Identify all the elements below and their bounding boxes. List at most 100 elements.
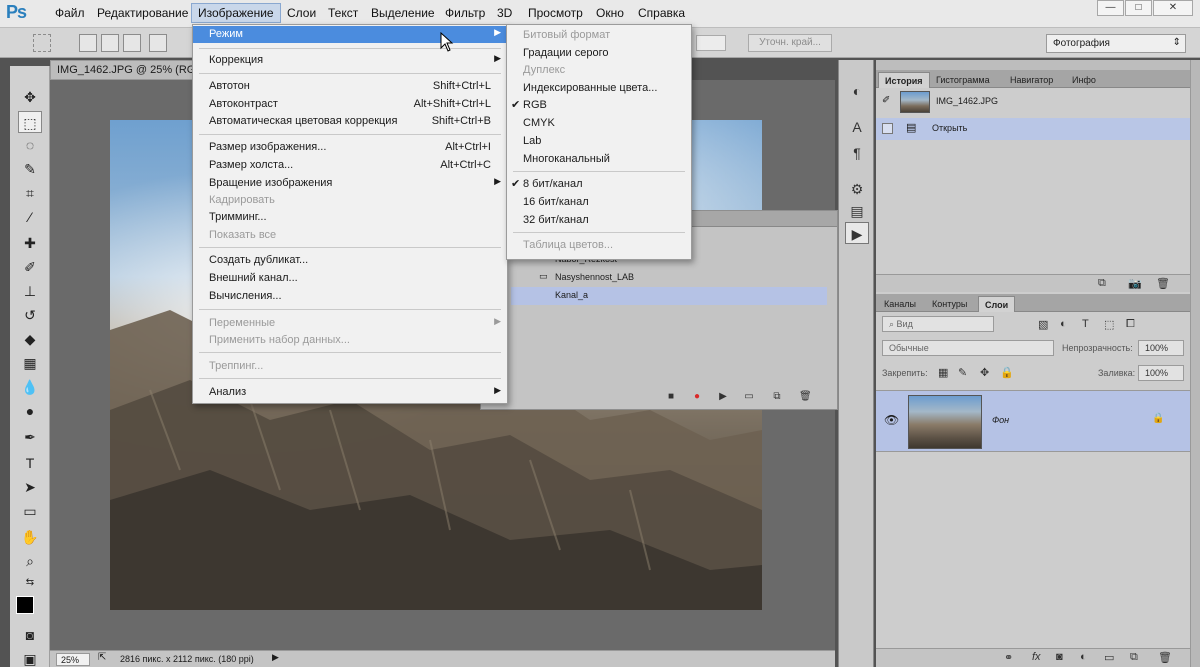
menu-image[interactable]: Изображение [191,3,281,23]
action-row-selected[interactable]: Kanal_a [511,287,827,305]
mode-rgb[interactable]: ✔ RGB [507,97,691,114]
history-snapshot[interactable]: ✐ IMG_1462.JPG [876,88,1194,116]
zoom-tool-icon[interactable]: ⌕ [18,550,42,572]
layer-row-background[interactable]: 👁 Фон 🔒 [876,390,1194,452]
lasso-tool-icon[interactable]: ◌ [18,134,42,156]
type-filter-icon[interactable]: T [1082,318,1089,330]
new-selection-icon[interactable] [79,34,97,52]
fx-icon[interactable]: fx [1032,651,1041,663]
checkbox-icon[interactable] [882,123,893,134]
pen-tool-icon[interactable]: ✒ [18,426,42,448]
history-step[interactable]: ▤ Открыть [876,118,1194,140]
brush-tool-icon[interactable]: ✐ [18,256,42,278]
actions-panel-icon[interactable]: ▶ [845,222,869,244]
record-icon[interactable]: ● [691,391,703,403]
menu-help[interactable]: Справка [638,6,685,20]
mode-32bit[interactable]: 32 бит/канал [507,212,691,229]
swap-colors-icon[interactable]: ⇆ [18,572,42,594]
quick-select-tool-icon[interactable]: ✎ [18,158,42,180]
pixel-filter-icon[interactable]: ▧ [1038,318,1048,331]
menu-item-image-rotation[interactable]: Вращение изображения ▶ [193,175,507,192]
path-select-tool-icon[interactable]: ➤ [18,476,42,498]
mask-icon[interactable]: ◙ [1056,651,1063,663]
menu-item-auto-tone[interactable]: Автотон Shift+Ctrl+L [193,78,507,95]
color-panel-icon[interactable]: ◐ [845,80,869,102]
trash-icon[interactable]: 🗑 [1158,651,1172,664]
hand-tool-icon[interactable]: ✋ [18,526,42,548]
tab-layers[interactable]: Слои [978,296,1016,312]
close-button[interactable]: ✕ [1153,0,1193,16]
link-icon[interactable]: ⚭ [1004,651,1013,664]
shape-filter-icon[interactable]: ⬚ [1104,318,1114,331]
foreground-color-swatch[interactable] [16,596,34,614]
eyedropper-tool-icon[interactable]: ⁄ [18,206,42,228]
move-tool-icon[interactable]: ✥ [18,86,42,108]
new-layer-icon[interactable]: ⧉ [1130,651,1138,664]
play-icon[interactable]: ▶ [717,391,729,403]
dodge-tool-icon[interactable]: ● [18,400,42,422]
mode-multichannel[interactable]: Многоканальный [507,151,691,168]
tab-info[interactable]: Инфо [1066,72,1102,88]
menu-select[interactable]: Выделение [371,6,435,20]
healing-brush-tool-icon[interactable]: ✚ [18,232,42,254]
tab-history[interactable]: История [878,72,930,88]
menu-item-adjustments[interactable]: Коррекция ▶ [193,52,507,69]
mode-8bit[interactable]: ✔ 8 бит/канал [507,176,691,193]
mode-16bit[interactable]: 16 бит/канал [507,194,691,211]
gradient-tool-icon[interactable]: ▦ [18,352,42,374]
adjustments-panel-icon[interactable]: ⚙ [845,178,869,200]
mode-grayscale[interactable]: Градации серого [507,45,691,62]
mode-indexed-color[interactable]: Индексированные цвета... [507,80,691,97]
add-selection-icon[interactable] [101,34,119,52]
menu-view[interactable]: Просмотр [528,6,583,20]
action-set-row[interactable]: ▭ Nasyshennost_LAB [511,269,827,287]
crop-tool-icon[interactable]: ⌗ [18,182,42,204]
document-tab[interactable]: IMG_1462.JPG @ 25% (RGB [50,60,195,80]
new-action-icon[interactable]: ⧉ [771,391,783,403]
quick-mask-icon[interactable]: ◙ [18,624,42,646]
lock-position-icon[interactable]: ✥ [980,366,989,379]
menu-item-analysis[interactable]: Анализ ▶ [193,384,507,401]
menu-item-duplicate[interactable]: Создать дубликат... [193,252,507,269]
blur-tool-icon[interactable]: 💧 [18,376,42,398]
character-panel-icon[interactable]: A [845,116,869,138]
trash-icon[interactable]: 🗑 [1156,277,1170,290]
rect-marquee-tool-icon[interactable]: ⬚ [18,111,42,133]
shape-tool-icon[interactable]: ▭ [18,500,42,522]
camera-icon[interactable]: 📷 [1128,277,1142,290]
eraser-tool-icon[interactable]: ◆ [18,328,42,350]
type-tool-icon[interactable]: T [18,452,42,474]
export-icon[interactable]: ⇱ [98,652,106,663]
menu-item-apply-image[interactable]: Внешний канал... [193,270,507,287]
menu-item-auto-color[interactable]: Автоматическая цветовая коррекция Shift+C… [193,113,507,130]
eye-icon[interactable]: 👁 [884,413,899,427]
lock-pixels-icon[interactable]: ✎ [958,366,967,379]
tab-navigator[interactable]: Навигатор [1004,72,1059,88]
menu-item-auto-contrast[interactable]: Автоконтраст Alt+Shift+Ctrl+L [193,96,507,113]
adjustment-filter-icon[interactable]: ◐ [1060,318,1067,330]
blend-mode-select[interactable]: Обычные [882,340,1054,356]
menu-window[interactable]: Окно [596,6,624,20]
new-set-icon[interactable]: ▭ [743,391,755,403]
tab-histogram[interactable]: Гистограмма [930,72,996,88]
intersect-selection-icon[interactable] [149,34,167,52]
fill-field[interactable]: 100% [1138,365,1184,381]
panels-scrollbar[interactable] [1190,60,1200,667]
new-document-from-state-icon[interactable]: ⧉ [1098,277,1106,290]
subtract-selection-icon[interactable] [123,34,141,52]
workspace-select[interactable]: Фотография ⇕ [1046,34,1186,53]
menu-file[interactable]: Файл [55,6,85,20]
menu-item-trim[interactable]: Тримминг... [193,209,507,226]
menu-item-canvas-size[interactable]: Размер холста... Alt+Ctrl+C [193,157,507,174]
stamp-tool-icon[interactable]: ⊥ [18,280,42,302]
opacity-field[interactable]: 100% [1138,340,1184,356]
zoom-field[interactable]: 25% [56,653,90,666]
mode-lab[interactable]: Lab [507,133,691,150]
paragraph-panel-icon[interactable]: ¶ [845,142,869,164]
stop-icon[interactable]: ■ [665,391,677,403]
trash-icon[interactable]: 🗑 [799,391,812,403]
menu-edit[interactable]: Редактирование [97,6,188,20]
menu-filter[interactable]: Фильтр [445,6,485,20]
tab-paths[interactable]: Контуры [926,296,973,312]
menu-3d[interactable]: 3D [497,6,512,20]
